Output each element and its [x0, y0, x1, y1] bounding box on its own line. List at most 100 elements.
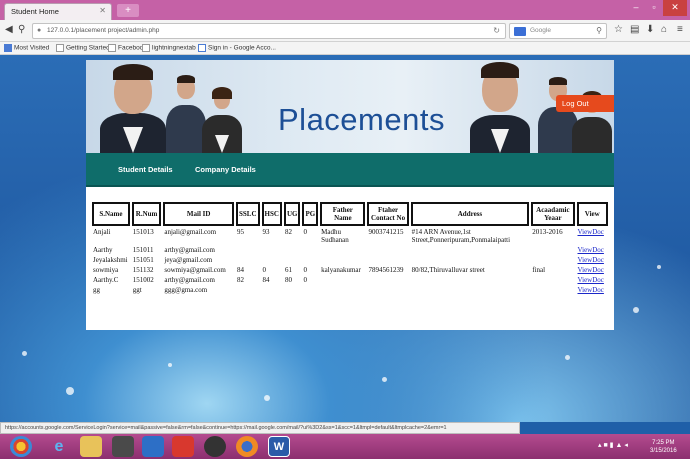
- menu-student-details[interactable]: Student Details: [118, 165, 173, 174]
- placement-admin-page: Placements Log Out Student Details Compa…: [86, 60, 614, 330]
- search-icon[interactable]: ⚲: [596, 26, 602, 35]
- bookmark-icon: [4, 44, 12, 52]
- table-row: Anjali 151013 anjali@gmail.com 95 93 82 …: [92, 228, 608, 244]
- cell-father-name: [320, 256, 365, 264]
- bokeh-dot: [168, 363, 172, 367]
- word-icon[interactable]: W: [268, 436, 290, 457]
- bookmark-most-visited[interactable]: Most Visited: [4, 44, 49, 52]
- app-icon[interactable]: [142, 436, 164, 457]
- close-tab-icon[interactable]: ✕: [99, 6, 106, 15]
- signal-icon[interactable]: ▲: [615, 442, 622, 449]
- cell-sslc: [236, 286, 260, 294]
- cell-academic-year: final: [532, 266, 546, 274]
- cell-hsc: 93: [262, 228, 270, 236]
- cell-student-name: Jeyalakshmi: [93, 256, 128, 264]
- column-header: Acaadamic Yeaar: [531, 202, 575, 226]
- menu-company-details[interactable]: Company Details: [195, 165, 256, 174]
- banner-photo-woman: [202, 87, 242, 153]
- home-icon[interactable]: ⌂: [661, 24, 667, 35]
- view-doc-link[interactable]: ViewDoc: [578, 246, 604, 254]
- menu-icon[interactable]: ≡: [677, 24, 683, 35]
- start-button-icon[interactable]: [10, 436, 32, 457]
- cell-ug: [284, 256, 301, 264]
- reload-icon[interactable]: ↻: [493, 26, 500, 35]
- view-doc-link[interactable]: ViewDoc: [578, 276, 604, 284]
- banner-photo-man-middle: [166, 73, 206, 153]
- banner-title: Placements: [278, 102, 445, 137]
- column-header: View: [576, 202, 608, 226]
- page-icon: [142, 44, 150, 52]
- page-icon: [108, 44, 116, 52]
- new-tab-button[interactable]: +: [117, 4, 139, 17]
- battery-icon[interactable]: ▮: [610, 442, 614, 449]
- cell-academic-year: [531, 256, 574, 264]
- cell-father-contact: [367, 276, 408, 284]
- view-doc-link[interactable]: ViewDoc: [578, 286, 604, 294]
- bokeh-dot: [382, 377, 387, 382]
- bookmark-facebook[interactable]: Facebook: [108, 44, 147, 52]
- cell-father-contact: 7894561239: [368, 266, 404, 274]
- cell-pg: [302, 286, 318, 294]
- column-header: R.Num: [131, 202, 162, 226]
- table-row: gg ggt ggg@gma.com ViewDoc: [92, 286, 608, 294]
- bokeh-dot: [565, 355, 570, 360]
- google-icon: [198, 44, 206, 52]
- taskbar-clock[interactable]: 7:25 PM 3/15/2016: [650, 439, 677, 455]
- cell-pg: [302, 256, 318, 264]
- media-app-icon[interactable]: [112, 436, 134, 457]
- maximize-button[interactable]: ▫: [645, 0, 663, 16]
- cell-sslc: [236, 256, 260, 264]
- browser-title-bar: Student Home ✕ + – ▫ ✕: [0, 0, 690, 20]
- flag-icon[interactable]: ■: [603, 442, 607, 449]
- file-explorer-icon[interactable]: [80, 436, 102, 457]
- tab-title: Student Home: [11, 7, 59, 16]
- page-icon: [56, 44, 64, 52]
- view-doc-link[interactable]: ViewDoc: [578, 256, 604, 264]
- table-row: Aarthy.C 151002 arthy@gmail.com 82 84 80…: [92, 276, 608, 284]
- cell-mail-id: ggg@gma.com: [164, 286, 208, 294]
- download-icon[interactable]: ⬇: [646, 24, 654, 35]
- bokeh-dot: [657, 265, 661, 269]
- cell-academic-year: [531, 286, 574, 294]
- xampp-icon[interactable]: [172, 436, 194, 457]
- app-circle-icon[interactable]: [204, 436, 226, 457]
- url-bar[interactable]: ● 127.0.0.1/placement project/admin.php …: [32, 23, 506, 39]
- table-row: Jeyalakshmi 151051 jeya@gmail.com ViewDo…: [92, 256, 608, 264]
- cell-student-name: Aarthy: [93, 246, 113, 254]
- internet-explorer-icon[interactable]: e: [48, 436, 70, 457]
- identity-icon[interactable]: ⚲: [18, 24, 25, 35]
- cell-mail-id: sowmiya@gmail.com: [164, 266, 226, 274]
- banner-photo-man-left: [100, 60, 166, 153]
- cell-academic-year: [531, 246, 574, 254]
- cell-roll-number: 151002: [132, 276, 154, 284]
- search-bar[interactable]: Google ⚲: [509, 23, 607, 39]
- view-doc-link[interactable]: ViewDoc: [578, 228, 604, 236]
- cell-pg: 0: [303, 228, 307, 236]
- cell-pg: [302, 246, 318, 254]
- tab-student-home[interactable]: Student Home ✕: [4, 3, 112, 20]
- volume-icon[interactable]: ◂: [624, 442, 628, 449]
- column-header: UG: [283, 202, 301, 226]
- tray-arrow-icon[interactable]: ▴: [598, 442, 602, 449]
- search-placeholder: Google: [530, 27, 551, 34]
- placements-banner: Placements Log Out: [86, 60, 614, 153]
- view-doc-link[interactable]: ViewDoc: [578, 266, 604, 274]
- bookmark-lightningnextab[interactable]: lightningnextab: [142, 44, 196, 52]
- bookmark-google-sign-in[interactable]: Sign in - Google Acco...: [198, 44, 276, 52]
- column-header: Ftaher Contact No: [367, 202, 409, 226]
- cell-father-name: [320, 276, 365, 284]
- bookmark-getting-started[interactable]: Getting Started: [56, 44, 110, 52]
- cell-sslc: 84: [237, 266, 245, 274]
- student-table-container: S.Name R.Num Mail ID SSLC HSC UG PG Fath…: [90, 200, 610, 296]
- close-window-button[interactable]: ✕: [663, 0, 687, 16]
- logout-button[interactable]: Log Out: [556, 95, 614, 112]
- firefox-icon[interactable]: [236, 436, 258, 457]
- cell-pg: 0: [303, 276, 307, 284]
- cell-mail-id: arthy@gmail.com: [164, 246, 215, 254]
- bookmarks-bar: Most Visited Getting Started Facebook li…: [0, 42, 690, 55]
- star-icon[interactable]: ☆: [614, 24, 623, 35]
- cell-hsc: [262, 286, 282, 294]
- minimize-button[interactable]: –: [627, 0, 645, 16]
- clipboard-icon[interactable]: ▤: [630, 24, 639, 35]
- back-arrow-icon[interactable]: ◀: [5, 24, 13, 35]
